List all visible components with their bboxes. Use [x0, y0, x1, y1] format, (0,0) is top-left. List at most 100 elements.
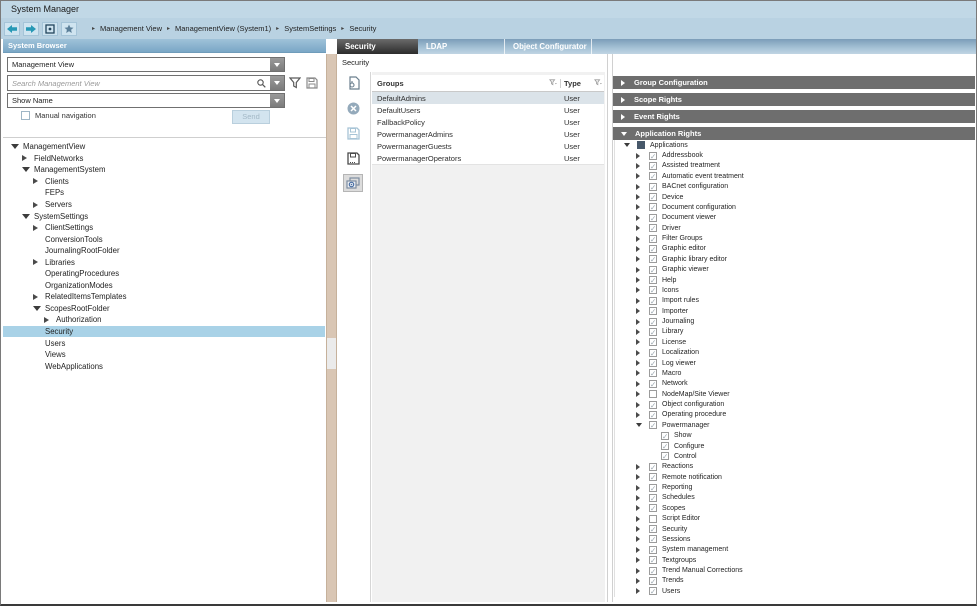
checked-checkbox[interactable]: ✓ — [649, 525, 657, 533]
checked-checkbox[interactable]: ✓ — [649, 224, 657, 232]
checked-checkbox[interactable]: ✓ — [649, 546, 657, 554]
app-right-bacnet-configuration[interactable]: ✓BACnet configuration — [617, 182, 969, 192]
tab-security[interactable]: Security — [337, 39, 418, 54]
checked-checkbox[interactable]: ✓ — [649, 286, 657, 294]
app-right-scopes[interactable]: ✓Scopes — [617, 503, 969, 513]
tree-item-managementview[interactable]: ManagementView — [3, 141, 325, 153]
tree-item-fieldnetworks[interactable]: FieldNetworks — [3, 153, 325, 165]
app-right-sessions[interactable]: ✓Sessions — [617, 534, 969, 544]
app-right-library[interactable]: ✓Library — [617, 327, 969, 337]
tree-item-relateditemstemplates[interactable]: RelatedItemsTemplates — [3, 291, 325, 303]
checked-checkbox[interactable]: ✓ — [649, 494, 657, 502]
type-column-header[interactable]: Type — [564, 79, 581, 88]
checked-checkbox[interactable]: ✓ — [649, 359, 657, 367]
checked-checkbox[interactable]: ✓ — [649, 401, 657, 409]
favorites-button[interactable] — [61, 22, 77, 36]
breadcrumb-item[interactable]: ManagementView (System1) — [175, 24, 271, 33]
expand-arrow-icon[interactable] — [636, 568, 649, 574]
breadcrumb-item[interactable]: Management View — [100, 24, 162, 33]
checked-checkbox[interactable]: ✓ — [649, 421, 657, 429]
group-row-powermanageroperators[interactable]: PowermanagerOperatorsUser — [372, 152, 604, 164]
manage-settings-button[interactable] — [343, 174, 363, 192]
delete-group-button[interactable] — [343, 99, 363, 117]
checked-checkbox[interactable]: ✓ — [649, 235, 657, 243]
expand-arrow-icon[interactable] — [636, 391, 649, 397]
expand-arrow-icon[interactable] — [33, 225, 45, 231]
expand-arrow-icon[interactable] — [636, 184, 649, 190]
app-right-object-configuration[interactable]: ✓Object configuration — [617, 399, 969, 409]
expand-arrow-icon[interactable] — [22, 155, 34, 161]
new-group-button[interactable] — [343, 74, 363, 92]
checked-checkbox[interactable]: ✓ — [649, 297, 657, 305]
app-right-script-editor[interactable]: Script Editor — [617, 514, 969, 524]
app-right-graphic-editor[interactable]: ✓Graphic editor — [617, 244, 969, 254]
search-dropdown-icon[interactable] — [270, 76, 284, 90]
app-right-security[interactable]: ✓Security — [617, 524, 969, 534]
history-button[interactable] — [42, 22, 58, 36]
tree-item-security[interactable]: Security — [3, 326, 325, 338]
checked-checkbox[interactable]: ✓ — [649, 172, 657, 180]
collapse-arrow-icon[interactable] — [636, 423, 649, 427]
expand-arrow-icon[interactable] — [636, 256, 649, 262]
collapse-arrow-icon[interactable] — [624, 143, 637, 147]
checked-checkbox[interactable]: ✓ — [649, 577, 657, 585]
checked-checkbox[interactable]: ✓ — [649, 504, 657, 512]
checked-checkbox[interactable]: ✓ — [649, 567, 657, 575]
app-right-macro[interactable]: ✓Macro — [617, 368, 969, 378]
checked-checkbox[interactable]: ✓ — [649, 214, 657, 222]
expand-arrow-icon[interactable] — [636, 526, 649, 532]
forward-button[interactable] — [23, 22, 39, 36]
tree-item-libraries[interactable]: Libraries — [3, 256, 325, 268]
tree-item-servers[interactable]: Servers — [3, 199, 325, 211]
checked-checkbox[interactable]: ✓ — [661, 452, 669, 460]
expand-arrow-icon[interactable] — [621, 97, 625, 103]
app-right-driver[interactable]: ✓Driver — [617, 223, 969, 233]
expand-arrow-icon[interactable] — [636, 547, 649, 553]
collapse-arrow-icon[interactable] — [22, 167, 34, 172]
expand-arrow-icon[interactable] — [636, 298, 649, 304]
app-right-document-viewer[interactable]: ✓Document viewer — [617, 213, 969, 223]
expand-arrow-icon[interactable] — [636, 173, 649, 179]
expand-arrow-icon[interactable] — [636, 381, 649, 387]
expand-arrow-icon[interactable] — [44, 317, 56, 323]
save-filter-icon[interactable] — [306, 77, 318, 89]
app-right-automatic-event-treatment[interactable]: ✓Automatic event treatment — [617, 171, 969, 181]
unchecked-checkbox[interactable] — [649, 515, 657, 523]
checked-checkbox[interactable]: ✓ — [649, 193, 657, 201]
tree-item-journalingrootfolder[interactable]: JournalingRootFolder — [3, 245, 325, 257]
tree-item-views[interactable]: Views — [3, 349, 325, 361]
checked-checkbox[interactable]: ✓ — [649, 276, 657, 284]
search-input[interactable] — [8, 76, 253, 90]
tree-item-scopesrootfolder[interactable]: ScopesRootFolder — [3, 303, 325, 315]
groups-filter-icon[interactable] — [549, 79, 557, 87]
group-row-defaultadmins[interactable]: DefaultAdminsUser — [372, 92, 604, 104]
collapse-arrow-icon[interactable] — [22, 214, 34, 219]
checked-checkbox[interactable]: ✓ — [649, 473, 657, 481]
expand-arrow-icon[interactable] — [636, 557, 649, 563]
app-right-addressbook[interactable]: ✓Addressbook — [617, 150, 969, 160]
save-all-button[interactable] — [343, 149, 363, 167]
checked-checkbox[interactable]: ✓ — [649, 328, 657, 336]
app-right-textgroups[interactable]: ✓Textgroups — [617, 555, 969, 565]
app-right-users[interactable]: ✓Users — [617, 586, 969, 596]
back-button[interactable] — [4, 22, 20, 36]
app-right-schedules[interactable]: ✓Schedules — [617, 493, 969, 503]
checked-checkbox[interactable]: ✓ — [649, 535, 657, 543]
tree-item-organizationmodes[interactable]: OrganizationModes — [3, 280, 325, 292]
app-right-applications[interactable]: Applications — [617, 140, 969, 150]
display-mode-dropdown[interactable]: Show Name — [7, 93, 285, 108]
group-row-powermanageradmins[interactable]: PowermanagerAdminsUser — [372, 128, 604, 140]
expand-arrow-icon[interactable] — [636, 485, 649, 491]
expand-arrow-icon[interactable] — [636, 153, 649, 159]
tab-object-configurator[interactable]: Object Configurator — [505, 39, 592, 54]
groups-column-header[interactable]: Groups — [377, 79, 404, 88]
app-right-remote-notification[interactable]: ✓Remote notification — [617, 472, 969, 482]
app-right-configure[interactable]: ✓Configure — [617, 441, 969, 451]
app-right-reactions[interactable]: ✓Reactions — [617, 462, 969, 472]
tree-item-clients[interactable]: Clients — [3, 176, 325, 188]
expand-arrow-icon[interactable] — [636, 516, 649, 522]
manual-navigation-checkbox[interactable] — [21, 111, 30, 120]
expand-arrow-icon[interactable] — [636, 246, 649, 252]
checked-checkbox[interactable]: ✓ — [649, 556, 657, 564]
expand-arrow-icon[interactable] — [636, 267, 649, 273]
